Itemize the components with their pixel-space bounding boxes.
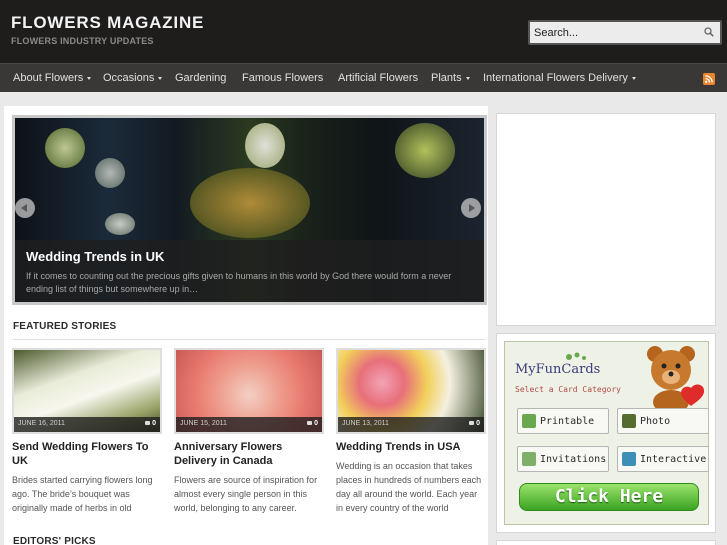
ad-button-label: Photo [640,416,671,427]
comment-icon [469,421,475,425]
chevron-down-icon [465,76,470,80]
slider-next-button[interactable] [461,198,481,218]
main-nav: About Flowers Occasions Gardening Famous… [0,63,727,92]
story-title[interactable]: Send Wedding Flowers To UK [12,440,162,468]
story-meta-bar: JUNE 13, 2011 0 [338,417,484,432]
ad-photo-button[interactable]: Photo [617,408,708,434]
story-meta-bar: JUNE 15, 2011 0 [176,417,322,432]
nav-item-label: International Flowers Delivery [483,72,628,84]
story-excerpt: Brides started carrying flowers long ago… [12,475,153,513]
comment-count[interactable]: 0 [469,420,480,427]
site-title[interactable]: FLOWERS MAGAZINE [11,13,204,33]
gift-icon [522,452,536,466]
search-icon[interactable] [704,27,714,37]
ad-button-label: Interactive [640,454,707,465]
comment-count-value: 0 [314,420,318,427]
nav-item-label: About Flowers [13,72,84,84]
comment-count[interactable]: 0 [307,420,318,427]
slide-caption: Wedding Trends in UK If it comes to coun… [15,240,484,302]
nav-item-gardening[interactable]: Gardening [175,72,226,84]
arrow-right-icon [469,204,475,212]
ad-button-label: Printable [540,416,595,427]
slider-prev-button[interactable] [15,198,35,218]
sidebar-ad-widget: MyFunCards Select a Card Category Printa… [496,333,716,533]
ad-click-here-button[interactable]: Click Here [519,483,699,511]
ad-tagline: Select a Card Category [515,385,621,394]
ad-printable-button[interactable]: Printable [517,408,609,434]
comment-count-value: 0 [476,420,480,427]
camera-icon [622,414,636,428]
story-date: JUNE 15, 2011 [180,420,227,427]
nav-item-famous-flowers[interactable]: Famous Flowers [242,72,323,84]
main-content: Wedding Trends in UK If it comes to coun… [4,106,488,545]
slide-title[interactable]: Wedding Trends in UK [26,249,164,264]
ad-interactive-button[interactable]: Interactive [617,446,708,472]
person-icon [622,452,636,466]
nav-item-label: Plants [431,72,462,84]
myfuncards-ad[interactable]: MyFunCards Select a Card Category Printa… [504,341,709,525]
story-title[interactable]: Anniversary Flowers Delivery in Canada [174,440,324,468]
featured-stories-heading: FEATURED STORIES [13,321,117,332]
printable-icon [522,414,536,428]
comment-icon [307,421,313,425]
story-excerpt: Wedding is an occasion that takes places… [336,461,482,513]
story-thumbnail[interactable]: JUNE 15, 2011 0 [174,348,324,434]
nav-item-label: Famous Flowers [242,72,324,84]
site-subtitle: FLOWERS INDUSTRY UPDATES [11,36,154,46]
chevron-down-icon [631,76,636,80]
featured-slider[interactable]: Wedding Trends in UK If it comes to coun… [12,115,487,305]
comment-icon [145,421,151,425]
nav-item-plants[interactable]: Plants [431,72,470,84]
story-title[interactable]: Wedding Trends in USA [336,440,486,454]
story-date: JUNE 13, 2011 [342,420,389,427]
site-header: FLOWERS MAGAZINE FLOWERS INDUSTRY UPDATE… [0,0,727,63]
chevron-down-icon [158,76,163,80]
sidebar-widget-empty [496,113,716,326]
chevron-down-icon [87,76,92,80]
comment-count-value: 0 [152,420,156,427]
arrow-left-icon [21,204,27,212]
nav-item-about-flowers[interactable]: About Flowers [13,72,92,84]
ad-brand: MyFunCards [515,362,601,377]
nav-item-label: Occasions [103,72,155,84]
divider [13,339,485,340]
teddy-bear-icon [647,346,705,412]
story-date: JUNE 16, 2011 [18,420,65,427]
sidebar-widget-bottom [496,540,716,545]
nav-item-label: Gardening [175,72,227,84]
rss-icon[interactable] [703,73,715,85]
nav-item-occasions[interactable]: Occasions [103,72,163,84]
search-input[interactable] [534,25,694,41]
editors-picks-heading: EDITORS' PICKS [13,536,96,545]
comment-count[interactable]: 0 [145,420,156,427]
ad-invitations-button[interactable]: Invitations [517,446,609,472]
ad-button-label: Invitations [540,454,607,465]
story-excerpt: Flowers are source of inspiration for al… [174,475,318,513]
nav-item-international-delivery[interactable]: International Flowers Delivery [483,72,636,84]
story-meta-bar: JUNE 16, 2011 0 [14,417,160,432]
nav-item-artificial-flowers[interactable]: Artificial Flowers [338,72,418,84]
nav-item-label: Artificial Flowers [338,72,419,84]
story-thumbnail[interactable]: JUNE 16, 2011 0 [12,348,162,434]
search-box [528,20,722,45]
slide-excerpt: If it comes to counting out the precious… [26,271,452,294]
story-thumbnail[interactable]: JUNE 13, 2011 0 [336,348,486,434]
